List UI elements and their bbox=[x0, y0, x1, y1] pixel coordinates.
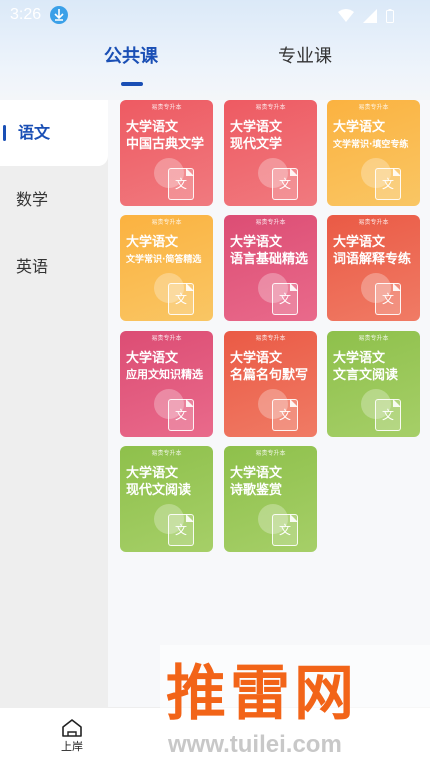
status-icons bbox=[334, 6, 394, 24]
download-icon bbox=[50, 6, 68, 24]
card-subtitle: 文学常识·简答精选 bbox=[126, 255, 202, 265]
course-card[interactable]: 易贵专升本 大学语文 文学常识·填空专练 文 bbox=[327, 100, 420, 206]
document-icon: 文 bbox=[375, 399, 401, 431]
active-tab-indicator bbox=[121, 82, 143, 86]
course-card[interactable]: 易贵专升本 大学语文 现代文学 文 bbox=[224, 100, 317, 206]
status-bar: 3:26 bbox=[0, 0, 430, 30]
course-grid: 易贵专升本 大学语文 中国古典文学 文 易贵专升本 大学语文 现代文学 文 易贵… bbox=[108, 100, 430, 707]
subject-sidebar: 语文 数学 英语 bbox=[0, 100, 108, 707]
watermark-logo: 推雷网 bbox=[166, 659, 358, 729]
card-brand: 易贵专升本 bbox=[358, 335, 389, 342]
course-card[interactable]: 易贵专升本 大学语文 词语解释专练 文 bbox=[327, 215, 420, 321]
card-subtitle: 文学常识·填空专练 bbox=[333, 140, 409, 150]
card-brand: 易贵专升本 bbox=[255, 335, 286, 342]
tab-public-courses[interactable]: 公共课 bbox=[104, 42, 158, 68]
card-subtitle: 词语解释专练 bbox=[333, 252, 412, 267]
sidebar-item-chinese[interactable]: 语文 bbox=[0, 100, 108, 166]
home-icon bbox=[62, 719, 82, 737]
course-card[interactable]: 易贵专升本 大学语文 名篇名句默写 文 bbox=[224, 331, 317, 437]
document-icon: 文 bbox=[375, 168, 401, 200]
card-brand: 易贵专升本 bbox=[151, 450, 182, 457]
card-subtitle: 名篇名句默写 bbox=[230, 368, 309, 383]
document-icon: 文 bbox=[168, 283, 194, 315]
course-card[interactable]: 易贵专升本 大学语文 现代文阅读 文 bbox=[120, 446, 213, 552]
nav-home-label: 上岸 bbox=[61, 740, 83, 753]
course-card[interactable]: 易贵专升本 大学语文 中国古典文学 文 bbox=[120, 100, 213, 206]
sidebar-item-label: 语文 bbox=[18, 123, 51, 142]
course-card[interactable]: 易贵专升本 大学语文 语言基础精选 文 bbox=[224, 215, 317, 321]
document-icon: 文 bbox=[272, 168, 298, 200]
course-card[interactable]: 易贵专升本 大学语文 诗歌鉴赏 文 bbox=[224, 446, 317, 552]
card-brand: 易贵专升本 bbox=[358, 104, 389, 111]
course-card[interactable]: 易贵专升本 大学语文 文学常识·简答精选 文 bbox=[120, 215, 213, 321]
card-brand: 易贵专升本 bbox=[255, 104, 286, 111]
card-brand: 易贵专升本 bbox=[151, 104, 182, 111]
signal-icon bbox=[363, 8, 378, 23]
course-card[interactable]: 易贵专升本 大学语文 文言文阅读 文 bbox=[327, 331, 420, 437]
card-brand: 易贵专升本 bbox=[255, 219, 286, 226]
card-brand: 易贵专升本 bbox=[151, 335, 182, 342]
card-subtitle: 诗歌鉴赏 bbox=[230, 483, 283, 498]
document-icon: 文 bbox=[375, 283, 401, 315]
card-title: 大学语文 bbox=[126, 351, 179, 366]
sidebar-item-english[interactable]: 英语 bbox=[0, 234, 108, 300]
card-brand: 易贵专升本 bbox=[255, 450, 286, 457]
sidebar-item-label: 英语 bbox=[16, 257, 49, 276]
card-subtitle: 现代文学 bbox=[230, 137, 283, 152]
nav-home-button[interactable]: 上岸 bbox=[52, 718, 92, 762]
status-time: 3:26 bbox=[10, 6, 42, 23]
card-title: 大学语文 bbox=[126, 235, 179, 250]
battery-icon bbox=[386, 8, 394, 23]
card-subtitle: 语言基础精选 bbox=[230, 252, 309, 267]
card-subtitle: 中国古典文学 bbox=[126, 137, 205, 152]
document-icon: 文 bbox=[168, 168, 194, 200]
card-brand: 易贵专升本 bbox=[358, 219, 389, 226]
document-icon: 文 bbox=[272, 514, 298, 546]
document-icon: 文 bbox=[272, 399, 298, 431]
card-title: 大学语文 bbox=[333, 120, 386, 135]
document-icon: 文 bbox=[168, 514, 194, 546]
sidebar-item-math[interactable]: 数学 bbox=[0, 167, 108, 233]
tab-major-courses[interactable]: 专业课 bbox=[278, 42, 332, 68]
document-icon: 文 bbox=[272, 283, 298, 315]
course-card[interactable]: 易贵专升本 大学语文 应用文知识精选 文 bbox=[120, 331, 213, 437]
card-subtitle: 文言文阅读 bbox=[333, 368, 399, 383]
document-icon: 文 bbox=[168, 399, 194, 431]
card-brand: 易贵专升本 bbox=[151, 219, 182, 226]
card-subtitle: 现代文阅读 bbox=[126, 483, 192, 498]
sidebar-item-label: 数学 bbox=[16, 190, 49, 209]
wifi-icon bbox=[338, 8, 355, 22]
card-subtitle: 应用文知识精选 bbox=[126, 368, 203, 381]
watermark-url: www.tuilei.com bbox=[168, 731, 342, 758]
course-tabs: 公共课 专业课 bbox=[0, 42, 430, 92]
watermark: 推雷网 www.tuilei.com bbox=[160, 645, 430, 764]
